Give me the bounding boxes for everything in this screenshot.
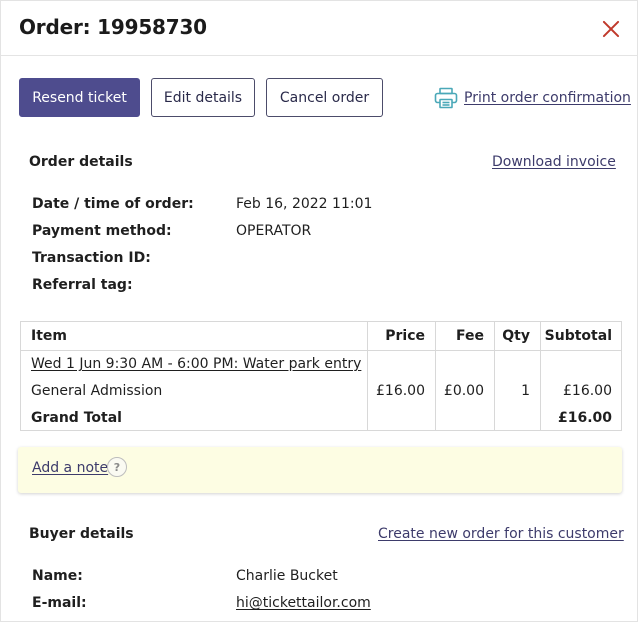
referral-tag-label: Referral tag: (32, 277, 133, 293)
edit-details-button[interactable]: Edit details (151, 78, 255, 117)
transaction-id-label: Transaction ID: (32, 250, 151, 266)
close-icon[interactable] (599, 17, 623, 41)
order-items-table: Item Price Fee Qty Subtotal Wed 1 Jun 9:… (20, 321, 622, 431)
order-date-label: Date / time of order: (32, 196, 194, 212)
ticket-price: £16.00 (376, 383, 425, 399)
column-header-subtotal: Subtotal (544, 328, 612, 344)
print-confirmation-link[interactable]: Print order confirmation (434, 87, 631, 109)
buyer-details-heading: Buyer details (29, 526, 134, 542)
payment-method-value: OPERATOR (236, 223, 312, 239)
order-modal: Order: 19958730 Resend ticket Edit detai… (0, 0, 638, 622)
column-header-qty: Qty (502, 328, 530, 344)
grand-total-value: £16.00 (557, 410, 612, 426)
buyer-name-label: Name: (32, 568, 83, 584)
printer-icon (434, 87, 458, 109)
buyer-email-label: E-mail: (32, 595, 87, 611)
event-link[interactable]: Wed 1 Jun 9:30 AM - 6:00 PM: Water park … (31, 356, 361, 372)
column-header-item: Item (31, 328, 67, 344)
modal-header: Order: 19958730 (1, 1, 637, 56)
buyer-name-value: Charlie Bucket (236, 568, 338, 584)
add-note-link[interactable]: Add a note (32, 460, 108, 476)
ticket-subtotal: £16.00 (563, 383, 612, 399)
ticket-fee: £0.00 (443, 383, 484, 399)
note-panel: Add a note ? (18, 447, 622, 493)
order-details-heading: Order details (29, 154, 133, 170)
column-header-price: Price (385, 328, 425, 344)
page-title: Order: 19958730 (19, 15, 207, 39)
grand-total-label: Grand Total (31, 410, 122, 426)
ticket-type: General Admission (31, 383, 163, 399)
payment-method-label: Payment method: (32, 223, 172, 239)
download-invoice-link[interactable]: Download invoice (492, 154, 616, 170)
column-header-fee: Fee (456, 328, 484, 344)
cancel-order-button[interactable]: Cancel order (266, 78, 383, 117)
ticket-qty: 1 (521, 383, 530, 399)
buyer-email-link[interactable]: hi@tickettailor.com (236, 595, 371, 611)
help-icon[interactable]: ? (107, 457, 127, 477)
table-header-divider (21, 350, 621, 351)
print-confirmation-label[interactable]: Print order confirmation (464, 90, 631, 106)
resend-ticket-button[interactable]: Resend ticket (19, 78, 140, 117)
order-date-value: Feb 16, 2022 11:01 (236, 196, 373, 212)
create-order-link[interactable]: Create new order for this customer (378, 526, 624, 542)
